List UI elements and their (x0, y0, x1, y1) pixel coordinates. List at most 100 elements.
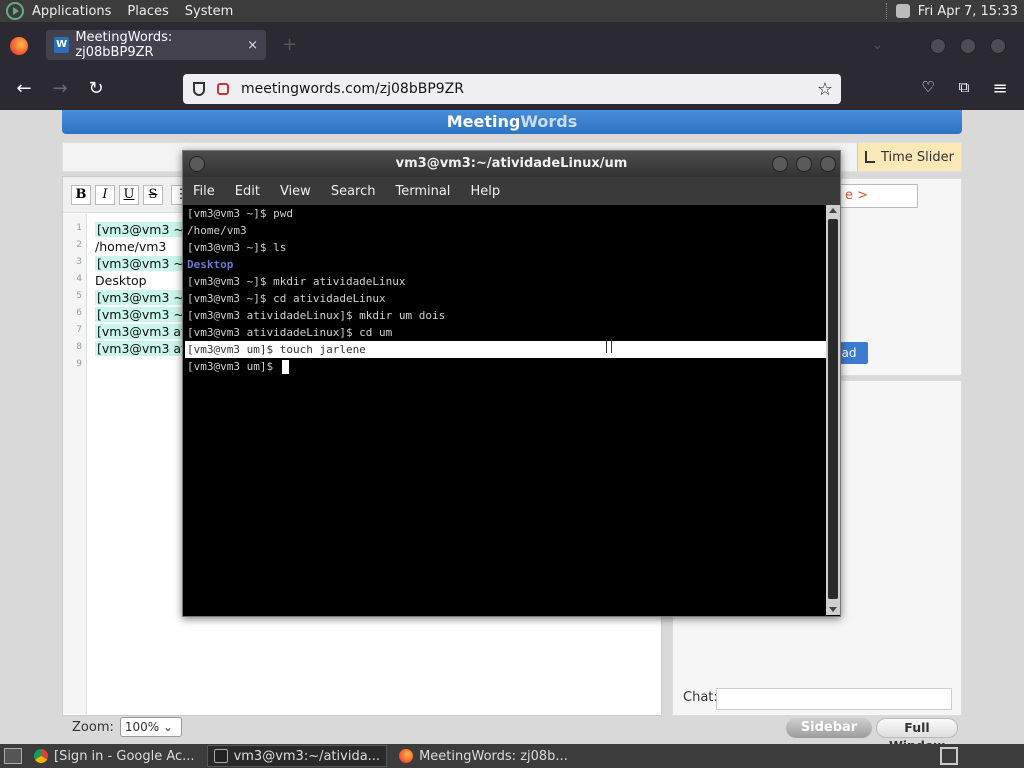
ibeam-cursor-icon (606, 339, 612, 353)
panel-separator (885, 3, 888, 19)
trash-icon[interactable] (940, 747, 958, 765)
taskbar-item-firefox[interactable]: MeetingWords: zj08b... (393, 745, 574, 767)
italic-button[interactable]: I (95, 185, 115, 205)
terminal-line: [vm3@vm3 atividadeLinux]$ cd um (187, 326, 393, 339)
time-slider-label: Time Slider (880, 149, 955, 165)
terminal-line: [vm3@vm3 ~]$ mkdir atividadeLinux (187, 275, 406, 288)
terminal-window[interactable]: vm3@vm3:~/atividadeLinux/um File Edit Vi… (182, 150, 841, 617)
line-number: 5 (76, 291, 82, 301)
terminal-menu-edit[interactable]: Edit (225, 184, 270, 199)
show-desktop-icon[interactable] (4, 748, 22, 764)
terminal-menu-view[interactable]: View (270, 184, 321, 199)
taskbar-item-label: vm3@vm3:~/ativida... (233, 748, 381, 764)
pocket-icon[interactable]: ♡ (916, 78, 940, 96)
taskbar-item-label: [Sign in - Google Ac... (54, 748, 195, 764)
underline-button[interactable]: U (119, 185, 139, 205)
insecure-lock-icon[interactable] (217, 83, 229, 95)
doc-line[interactable]: /home/vm3 (95, 239, 166, 254)
line-number: 4 (76, 274, 82, 284)
chat-input[interactable] (716, 688, 952, 710)
terminal-minimize-button[interactable] (772, 156, 788, 172)
tracking-shield-icon[interactable] (193, 82, 205, 96)
url-text[interactable]: meetingwords.com/zj08bBP9ZR (241, 81, 464, 97)
places-menu[interactable]: Places (119, 4, 176, 19)
clock[interactable]: Fri Apr 7, 15:33 (918, 4, 1018, 19)
time-slider-button[interactable]: Time Slider (857, 143, 961, 171)
terminal-menu-help[interactable]: Help (460, 184, 510, 199)
taskbar-item-label: MeetingWords: zj08b... (419, 748, 568, 764)
url-bar[interactable]: meetingwords.com/zj08bBP9ZR ☆ (183, 74, 841, 104)
full-window-button[interactable]: Full Window (876, 718, 958, 744)
strikethrough-button[interactable]: S (143, 185, 163, 205)
terminal-line: /home/vm3 (187, 224, 247, 237)
hamburger-menu-icon[interactable]: ≡ (988, 78, 1012, 99)
line-number: 3 (76, 257, 82, 267)
terminal-menu-file[interactable]: File (183, 184, 225, 199)
taskbar-item-chrome[interactable]: [Sign in - Google Ac... (28, 745, 201, 767)
close-window-button[interactable] (990, 38, 1006, 54)
line-number: 2 (76, 240, 82, 250)
browser-tab-bar: W MeetingWords: zj08bBP9ZR × + ⌄ (0, 22, 1024, 68)
minimize-button[interactable] (930, 38, 946, 54)
side-name-input[interactable]: e > (840, 184, 918, 208)
bottom-taskbar: [Sign in - Google Ac... vm3@vm3:~/ativid… (0, 744, 1024, 768)
firefox-icon (399, 749, 414, 763)
line-number: 8 (76, 342, 82, 352)
bold-button[interactable]: B (71, 185, 91, 205)
line-number-gutter: 1 2 3 4 5 6 7 8 9 (63, 214, 87, 714)
terminal-line: [vm3@vm3 ~]$ pwd (187, 207, 293, 220)
doc-line[interactable]: Desktop (95, 273, 147, 288)
applications-menu[interactable]: Applications (24, 4, 119, 19)
terminal-cursor (281, 360, 289, 374)
bookmark-star-icon[interactable]: ☆ (817, 79, 833, 100)
scroll-thumb[interactable] (828, 219, 838, 599)
tab-list-chevron-icon[interactable]: ⌄ (872, 38, 883, 53)
browser-nav-bar: ← → ↻ meetingwords.com/zj08bBP9ZR ☆ ♡ ⧉ … (0, 68, 1024, 110)
terminal-menu-terminal[interactable]: Terminal (385, 184, 460, 199)
terminal-close-button[interactable] (820, 156, 836, 172)
scroll-down-icon[interactable] (829, 607, 837, 612)
distro-logo-icon[interactable] (6, 2, 24, 20)
terminal-line: Desktop (187, 258, 234, 271)
brand-words: Words (520, 112, 578, 131)
forward-arrow-icon[interactable]: → (48, 78, 72, 99)
terminal-menubar: File Edit View Search Terminal Help (183, 177, 840, 205)
new-tab-icon[interactable]: + (282, 34, 297, 55)
extensions-icon[interactable]: ⧉ (952, 78, 976, 96)
zoom-control: Zoom: 100% ⌄ (72, 717, 182, 737)
reload-icon[interactable]: ↻ (84, 78, 108, 99)
maximize-button[interactable] (960, 38, 976, 54)
terminal-title: vm3@vm3:~/atividadeLinux/um (395, 156, 628, 171)
chat-label: Chat: (683, 690, 718, 705)
top-panel: Applications Places System Fri Apr 7, 15… (0, 0, 1024, 22)
line-number: 7 (76, 325, 82, 335)
window-menu-icon[interactable] (189, 156, 205, 172)
back-arrow-icon[interactable]: ← (12, 78, 36, 99)
brand-meeting: Meeting (446, 112, 521, 131)
terminal-prompt: [vm3@vm3 um]$ (187, 360, 280, 373)
terminal-screen[interactable]: [vm3@vm3 ~]$ pwd /home/vm3 [vm3@vm3 ~]$ … (185, 205, 826, 615)
meetingwords-favicon-icon: W (54, 37, 70, 53)
terminal-maximize-button[interactable] (796, 156, 812, 172)
terminal-scrollbar[interactable] (826, 205, 840, 615)
volume-icon[interactable] (895, 4, 910, 18)
terminal-prompt-line[interactable]: [vm3@vm3 um]$ (185, 358, 826, 375)
zoom-label: Zoom: (72, 719, 114, 735)
browser-tab[interactable]: W MeetingWords: zj08bBP9ZR × (46, 30, 266, 60)
terminal-menu-search[interactable]: Search (321, 184, 386, 199)
zoom-value: 100% (124, 720, 160, 734)
terminal-icon (213, 749, 228, 763)
time-slider-icon (864, 151, 875, 163)
line-number: 6 (76, 308, 82, 318)
sidebar-button[interactable]: Sidebar (786, 718, 872, 738)
system-menu[interactable]: System (177, 4, 241, 19)
close-tab-icon[interactable]: × (247, 38, 258, 53)
scroll-up-icon[interactable] (829, 208, 837, 213)
firefox-icon[interactable] (10, 37, 28, 55)
line-number: 1 (76, 223, 82, 233)
terminal-line-selected: [vm3@vm3 um]$ touch jarlene (185, 341, 826, 358)
taskbar-item-terminal[interactable]: vm3@vm3:~/ativida... (206, 745, 388, 767)
terminal-titlebar[interactable]: vm3@vm3:~/atividadeLinux/um (183, 151, 840, 177)
tab-title: MeetingWords: zj08bBP9ZR (75, 30, 173, 60)
zoom-select[interactable]: 100% ⌄ (119, 717, 182, 737)
